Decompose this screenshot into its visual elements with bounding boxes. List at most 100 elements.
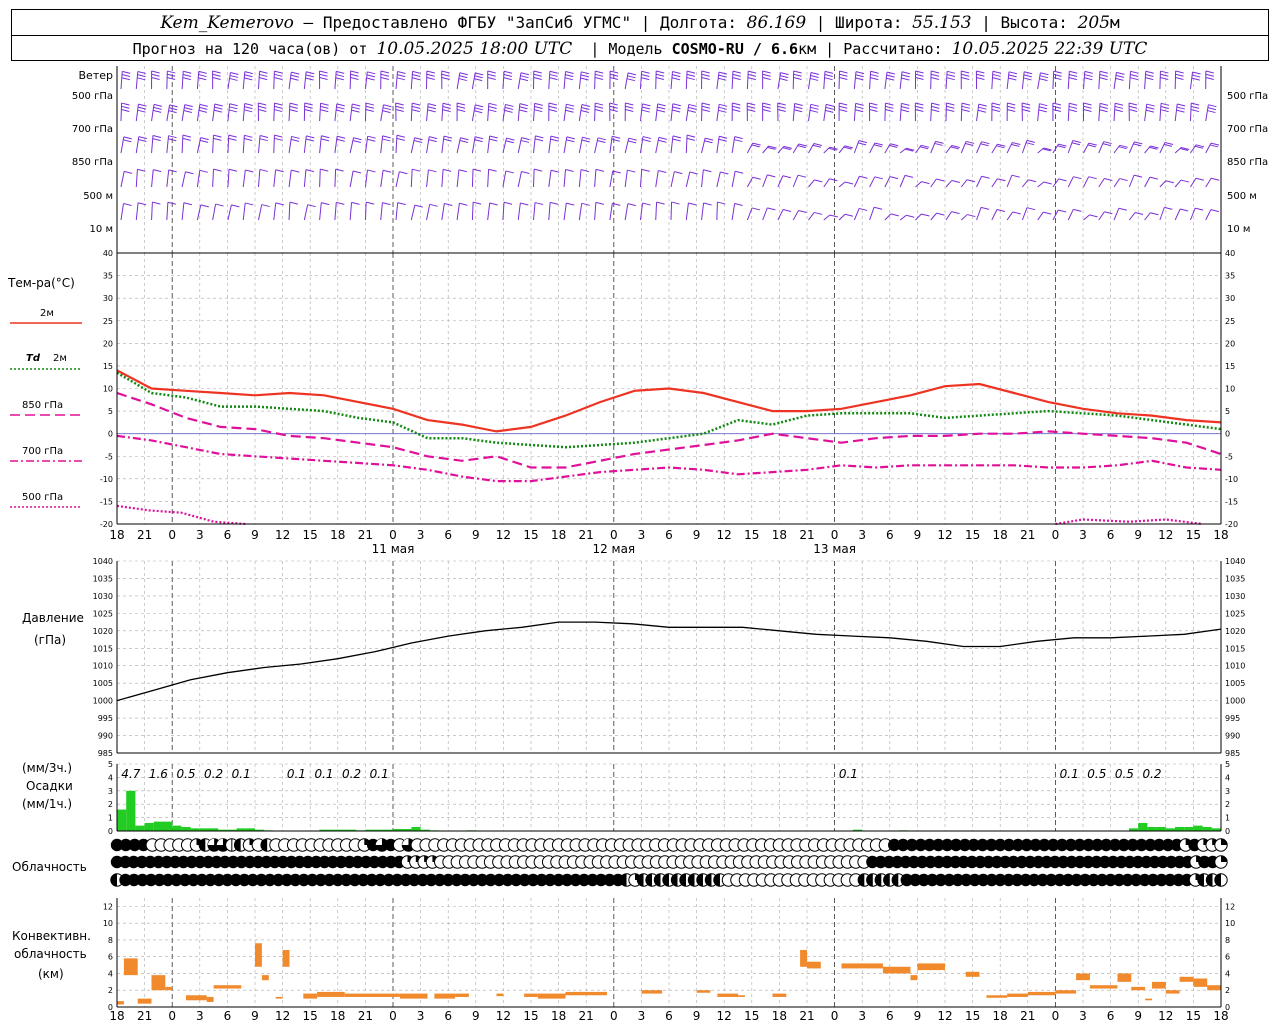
wind-barb-flag (383, 104, 392, 108)
wind-barb-flag (152, 109, 162, 113)
wind-barb-flag (319, 76, 328, 80)
wind-barb-flag (961, 109, 970, 113)
legend-td-label: Td (26, 353, 41, 364)
wind-barb-flag (581, 104, 591, 108)
wind-barb-flag (183, 70, 192, 74)
wind-barb-flag (1207, 110, 1216, 114)
prec-tick-left: 1 (108, 814, 113, 823)
temp-tick-left: 0 (108, 430, 113, 439)
wind-barb-flag (259, 135, 269, 139)
temp-tick-left: -10 (100, 475, 113, 484)
wind-title: Ветер (79, 69, 113, 82)
wind-barb (808, 179, 815, 188)
wind-barb (1190, 177, 1197, 188)
wind-barb (792, 103, 796, 122)
wind-barb (1006, 174, 1013, 188)
wind-barb-flag (474, 78, 483, 82)
wind-barb-flag (519, 103, 528, 107)
wind-barb-flag (719, 135, 728, 139)
temp-tick-left: 25 (103, 317, 113, 326)
wind-barb (471, 202, 474, 221)
legend-td-label-2: 2м (53, 353, 67, 364)
wind-barb (166, 104, 171, 122)
precip-bar (1138, 822, 1148, 831)
precip-3h-total: 1.6 (149, 767, 168, 781)
wind-barb-flag (365, 102, 375, 106)
temp-x-tick: 3 (417, 528, 425, 542)
wind-barb-flag (870, 70, 879, 74)
wind-barb-flag (703, 169, 712, 173)
wind-barb (1144, 103, 1148, 122)
wind-barb-flag (566, 202, 575, 206)
cloud-title: Облачность (12, 860, 87, 874)
conv-tick-left: 8 (108, 936, 113, 945)
wind-barb-flag (1099, 102, 1109, 106)
wind-barb (915, 181, 922, 188)
wind-barb-flag (658, 170, 667, 174)
wind-barb (395, 135, 398, 154)
wind-barb-flag (752, 176, 761, 180)
wind-barb-flag (1149, 176, 1158, 180)
wind-barb-flag (121, 109, 130, 113)
wind-barb (823, 71, 826, 90)
wind-barb-flag (565, 106, 575, 110)
wind-barb-flag (794, 109, 803, 113)
wind-barb-flag (829, 178, 838, 182)
wind-barb (242, 135, 245, 154)
convective-bar (717, 993, 738, 997)
wind-barb-flag (214, 103, 223, 107)
wind-barb-flag (245, 169, 254, 173)
legend-850-label: 850 гПа (22, 400, 63, 411)
wind-barb-flag (580, 77, 589, 81)
wind-barb (624, 169, 628, 188)
wind-barb-flag (229, 106, 238, 110)
wind-barb-flag (611, 138, 620, 142)
wind-barb-flag (965, 143, 974, 147)
wind-barb-flag (885, 102, 894, 106)
wind-barb (410, 103, 413, 122)
wind-barb-flag (1026, 207, 1036, 211)
wind-barb-flag (751, 144, 760, 148)
wind-barb-flag (290, 74, 299, 78)
wind-barb-flag (686, 134, 696, 138)
wind-barb-flag (137, 202, 147, 206)
wind-barb (349, 103, 353, 122)
wind-barb-flag (595, 168, 605, 172)
wind-barb-flag (258, 102, 267, 106)
wind-barb-flag (961, 76, 970, 80)
wind-barb (869, 71, 872, 90)
wind-barb (1037, 211, 1044, 221)
wind-barb-flag (459, 202, 468, 206)
wind-barb-flag (382, 107, 392, 111)
wind-barb-flag (185, 171, 194, 175)
wind-barb (1205, 104, 1209, 122)
wind-barb-flag (1099, 109, 1108, 113)
wind-barb (899, 214, 907, 221)
conv-x-tick: 6 (665, 1009, 673, 1023)
wind-barb-flag (1129, 109, 1138, 112)
wind-barb-flag (1164, 141, 1174, 145)
wind-barb (120, 171, 125, 188)
wind-barb-flag (229, 77, 238, 81)
wind-barb-flag (151, 70, 160, 74)
legend-2m-label: 2м (40, 308, 54, 319)
wind-barb (716, 136, 720, 154)
wind-barb-flag (762, 108, 771, 112)
wind-barb (1174, 179, 1182, 188)
conv-x-tick: 12 (275, 1009, 290, 1023)
wind-barb (196, 137, 202, 154)
wind-barb-flag (1210, 142, 1220, 146)
conv-tick-left: 2 (108, 986, 113, 995)
convective-bar (117, 1001, 124, 1005)
precip-bar (153, 821, 163, 831)
wind-barb (349, 202, 353, 221)
pres-tick-right: 1020 (1225, 627, 1245, 636)
temp-tick-left: -15 (100, 497, 113, 506)
temp-x-tick: 6 (886, 528, 894, 542)
wind-barb (563, 169, 567, 188)
convective-bar (917, 963, 945, 971)
wind-barb (670, 103, 674, 122)
prec-tick-right: 2 (1225, 800, 1230, 809)
wind-barb-flag (474, 136, 484, 140)
wind-barb (899, 175, 906, 188)
